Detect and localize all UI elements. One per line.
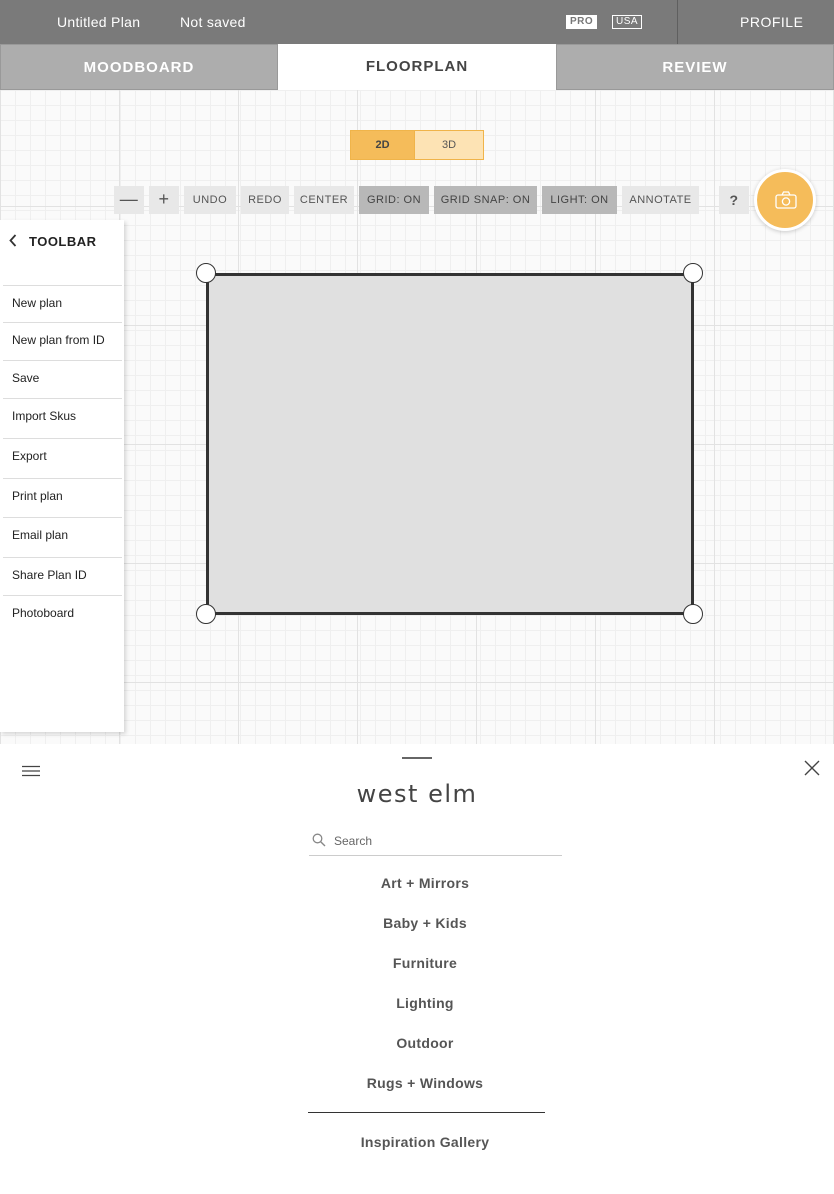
view-2d-button[interactable]: 2D	[350, 130, 415, 160]
toolbar-panel-header[interactable]: TOOLBAR	[0, 220, 124, 262]
toolbar-item-import-skus[interactable]: Import Skus	[3, 398, 122, 436]
catalog-panel: west elm Art + Mirrors Baby + Kids Furni…	[0, 744, 834, 1194]
main-tabs: MOODBOARD FLOORPLAN REVIEW	[0, 44, 834, 90]
category-furniture[interactable]: Furniture	[0, 955, 834, 971]
pro-badge[interactable]: PRO	[566, 15, 598, 29]
toolbar-item-print-plan[interactable]: Print plan	[3, 478, 122, 516]
catalog-divider	[308, 1112, 545, 1113]
toolbar-panel-title: TOOLBAR	[29, 234, 97, 249]
center-button[interactable]: CENTER	[294, 186, 354, 214]
camera-icon	[775, 191, 797, 209]
category-lighting[interactable]: Lighting	[0, 995, 834, 1011]
room-corner-handle-top-left[interactable]	[196, 263, 216, 283]
view-3d-button[interactable]: 3D	[415, 130, 484, 160]
category-outdoor[interactable]: Outdoor	[0, 1035, 834, 1051]
zoom-out-button[interactable]: —	[114, 186, 144, 214]
toolbar-item-save[interactable]: Save	[3, 360, 122, 398]
grid-toggle-button[interactable]: GRID: ON	[359, 186, 429, 214]
tab-floorplan[interactable]: FLOORPLAN	[278, 44, 556, 90]
room-corner-handle-top-right[interactable]	[683, 263, 703, 283]
toolbar-item-new-plan[interactable]: New plan	[3, 285, 122, 323]
toolbar-item-export[interactable]: Export	[3, 438, 122, 476]
toolbar-item-photoboard[interactable]: Photoboard	[3, 595, 122, 633]
light-toggle-button[interactable]: LIGHT: ON	[542, 186, 617, 214]
room-corner-handle-bottom-left[interactable]	[196, 604, 216, 624]
region-badge[interactable]: USA	[612, 15, 643, 29]
search-icon	[312, 833, 326, 847]
room-corner-handle-bottom-right[interactable]	[683, 604, 703, 624]
close-icon[interactable]	[804, 760, 820, 776]
category-baby-kids[interactable]: Baby + Kids	[0, 915, 834, 931]
search-input[interactable]	[334, 830, 554, 852]
toolbar-item-share-plan-id[interactable]: Share Plan ID	[3, 557, 122, 595]
zoom-in-button[interactable]: +	[149, 186, 179, 214]
grid-snap-toggle-button[interactable]: GRID SNAP: ON	[434, 186, 537, 214]
inspiration-gallery-link[interactable]: Inspiration Gallery	[0, 1134, 834, 1150]
hamburger-menu-icon[interactable]	[22, 765, 40, 777]
tab-review[interactable]: REVIEW	[556, 44, 834, 90]
help-button[interactable]: ?	[719, 186, 749, 214]
top-bar: Untitled Plan Not saved PRO USA PROFILE	[0, 0, 834, 44]
profile-button[interactable]: PROFILE	[740, 14, 803, 30]
drag-handle[interactable]	[402, 757, 432, 759]
tab-moodboard[interactable]: MOODBOARD	[0, 44, 278, 90]
room-shape[interactable]	[206, 273, 694, 615]
toolbar-item-new-plan-from-id[interactable]: New plan from ID	[3, 322, 122, 360]
toolbar-panel: TOOLBAR New plan New plan from ID Save I…	[0, 220, 124, 732]
redo-button[interactable]: REDO	[241, 186, 289, 214]
save-status: Not saved	[180, 14, 246, 30]
brand-logo: west elm	[356, 780, 478, 808]
view-toggle: 2D 3D	[350, 130, 484, 160]
toolbar-item-email-plan[interactable]: Email plan	[3, 517, 122, 555]
plan-name[interactable]: Untitled Plan	[57, 14, 140, 30]
undo-button[interactable]: UNDO	[184, 186, 236, 214]
topbar-divider	[677, 0, 678, 44]
search-box	[309, 828, 562, 856]
camera-button[interactable]	[754, 169, 816, 231]
chevron-left-icon[interactable]	[9, 234, 17, 247]
annotate-button[interactable]: ANNOTATE	[622, 186, 699, 214]
category-rugs-windows[interactable]: Rugs + Windows	[0, 1075, 834, 1091]
category-art-mirrors[interactable]: Art + Mirrors	[0, 875, 834, 891]
